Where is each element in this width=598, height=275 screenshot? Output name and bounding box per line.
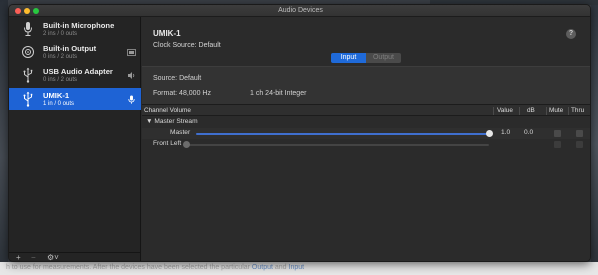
device-channels: 0 ins / 2 outs [43,77,78,83]
column-value[interactable]: Value [497,105,513,117]
device-name: USB Audio Adapter [43,67,113,76]
device-channels: 0 ins / 2 outs [43,54,78,60]
device-name: Built-in Output [43,44,97,53]
tab-output[interactable]: Output [366,53,401,63]
desktop-background-left [0,0,8,262]
column-mute[interactable]: Mute [549,105,563,117]
audio-devices-window: Audio Devices Built-in Microphone 2 ins … [8,4,591,262]
microphone-icon [24,22,32,36]
remove-device-button[interactable]: − [31,253,36,261]
format-bit-depth[interactable]: 1 ch 24-bit Integer [250,90,306,97]
front-left-volume-slider[interactable] [186,144,489,146]
default-output-icon [127,49,136,56]
background-document-text: h to use for measurements. After the dev… [0,262,598,275]
channel-label: Master [170,129,191,136]
help-button[interactable]: ? [566,29,576,39]
desktop-background-right [591,0,598,262]
front-left-volume-knob[interactable] [182,141,190,148]
master-volume-slider[interactable] [196,133,489,135]
source-selector[interactable]: Source: Default [153,75,201,82]
device-name: UMIK-1 [43,91,70,100]
column-divider [546,107,547,115]
minimize-window-button[interactable] [24,8,30,14]
add-device-button[interactable]: + [16,253,21,261]
tab-input[interactable]: Input [331,53,366,63]
column-db[interactable]: dB [527,105,535,117]
speaker-icon [22,46,34,58]
column-thru[interactable]: Thru [571,105,584,117]
master-mute-checkbox[interactable] [554,130,561,137]
device-name: Built-in Microphone [43,21,115,30]
device-item-built-in-microphone[interactable]: Built-in Microphone 2 ins / 0 outs [9,18,141,40]
channel-row-master: Master 1.0 0.0 [142,128,590,139]
background-text: h to use for measurements. After the dev… [6,264,252,271]
default-input-microphone-icon [128,95,135,104]
column-divider [519,107,520,115]
group-label: ▼ Master Stream [146,118,198,125]
input-output-segmented-control: Input Output [331,53,401,63]
default-output-speaker-icon [128,72,135,79]
master-volume-knob[interactable] [485,130,493,137]
title-bar[interactable]: Audio Devices [9,5,590,17]
channel-table-empty-area [142,150,590,261]
gear-menu-button[interactable]: ⚙˅ [47,253,59,261]
clock-source[interactable]: Clock Source: Default [153,42,221,49]
master-thru-checkbox[interactable] [576,130,583,137]
device-item-umik-1[interactable]: UMIK-1 1 in / 0 outs [9,88,141,110]
device-title: UMIK-1 [153,29,181,38]
usb-icon [23,91,33,107]
channel-label: Front Left [153,140,182,147]
window-title: Audio Devices [278,7,323,14]
column-channel-volume[interactable]: Channel Volume [144,105,191,117]
device-channels: 2 ins / 0 outs [43,31,78,37]
format-sample-rate[interactable]: Format: 48,000 Hz [153,90,211,97]
close-window-button[interactable] [15,8,21,14]
device-detail-pane: UMIK-1 Clock Source: Default ? Input Out… [142,17,590,261]
device-item-usb-audio-adapter[interactable]: USB Audio Adapter 0 ins / 2 outs [9,64,141,86]
background-link-output[interactable]: Output [252,264,273,271]
front-left-thru-checkbox[interactable] [576,141,583,148]
background-link-input[interactable]: Input [289,264,305,271]
master-value: 1.0 [501,129,511,136]
stream-info-panel: Source: Default Format: 48,000 Hz 1 ch 2… [142,66,590,104]
device-item-built-in-output[interactable]: Built-in Output 0 ins / 2 outs [9,41,141,63]
front-left-mute-checkbox[interactable] [554,141,561,148]
sidebar-footer: + − ⚙˅ [9,252,141,261]
master-db: 0.0 [524,129,534,136]
zoom-window-button[interactable] [33,8,39,14]
device-list: Built-in Microphone 2 ins / 0 outs Built… [9,17,141,261]
channel-row-front-left: Front Left [142,139,590,150]
usb-icon [23,67,33,83]
device-channels: 1 in / 0 outs [43,101,75,107]
background-text: and [272,264,289,271]
master-stream-group[interactable]: ▼ Master Stream [142,117,590,128]
channel-table-header: Channel Volume Value dB Mute Thru [142,104,590,117]
column-divider [493,107,494,115]
column-divider [568,107,569,115]
